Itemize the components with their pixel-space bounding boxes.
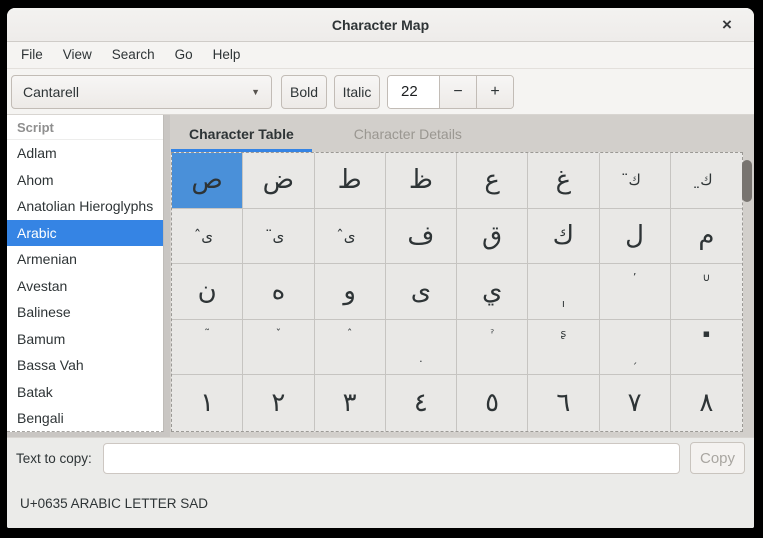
char-cell[interactable]: .: [386, 320, 457, 376]
scrollbar-thumb[interactable]: [742, 160, 752, 202]
sidebar-item-anatolian-hieroglyphs[interactable]: Anatolian Hieroglyphs: [7, 193, 163, 220]
script-list: AdlamAhomAnatolian HieroglyphsArabicArme…: [7, 140, 163, 432]
script-column-header[interactable]: Script: [7, 115, 163, 140]
char-cell[interactable]: ض: [243, 153, 314, 209]
char-cell[interactable]: ك: [528, 209, 599, 265]
sidebar-item-avestan[interactable]: Avestan: [7, 273, 163, 300]
char-cell[interactable]: ه: [243, 264, 314, 320]
copy-button[interactable]: Copy: [690, 442, 745, 474]
char-cell-selected[interactable]: ص: [172, 153, 243, 209]
char-cell[interactable]: ك̈: [600, 153, 671, 209]
char-cell[interactable]: ٥: [457, 375, 528, 431]
window-title: Character Map: [332, 17, 429, 33]
char-cell[interactable]: ʼ: [600, 264, 671, 320]
sidebar-item-batak[interactable]: Batak: [7, 379, 163, 406]
menu-search[interactable]: Search: [102, 42, 165, 68]
statusbar: U+0635 ARABIC LETTER SAD: [7, 478, 754, 528]
text-to-copy-input[interactable]: [103, 443, 680, 474]
character-map-window: Character Map × File View Search Go Help…: [7, 8, 754, 528]
char-cell[interactable]: و: [315, 264, 386, 320]
sidebar-item-bassa-vah[interactable]: Bassa Vah: [7, 352, 163, 379]
chevron-down-icon: ▼: [251, 87, 260, 97]
char-cell[interactable]: ى: [386, 264, 457, 320]
char-cell[interactable]: ▪: [671, 320, 742, 376]
toolbar: Cantarell ▼ Bold Italic 22 − +: [7, 69, 754, 115]
font-size-increase-button[interactable]: +: [476, 76, 513, 108]
menubar: File View Search Go Help: [7, 42, 754, 69]
char-cell[interactable]: ظ: [386, 153, 457, 209]
char-cell[interactable]: ʂ: [528, 320, 599, 376]
sidebar-item-armenian[interactable]: Armenian: [7, 246, 163, 273]
font-family-dropdown[interactable]: Cantarell ▼: [11, 75, 272, 109]
sidebar-item-arabic[interactable]: Arabic: [7, 220, 163, 247]
tab-character-table[interactable]: Character Table: [171, 115, 312, 152]
char-cell[interactable]: ع: [457, 153, 528, 209]
sidebar-item-ahom[interactable]: Ahom: [7, 167, 163, 194]
char-cell[interactable]: ٢: [243, 375, 314, 431]
notebook: Character Table Character Details صضطظعغ…: [170, 115, 754, 437]
char-cell[interactable]: ى̂: [172, 209, 243, 265]
char-cell[interactable]: غ: [528, 153, 599, 209]
char-cell[interactable]: ˇ: [243, 320, 314, 376]
status-character-description: U+0635 ARABIC LETTER SAD: [20, 496, 208, 511]
char-cell[interactable]: ˏ: [600, 320, 671, 376]
char-cell[interactable]: ى̈: [243, 209, 314, 265]
close-icon[interactable]: ×: [716, 14, 738, 36]
char-cell[interactable]: ٤: [386, 375, 457, 431]
sidebar-item-adlam[interactable]: Adlam: [7, 140, 163, 167]
script-sidebar: Script AdlamAhomAnatolian HieroglyphsAra…: [7, 115, 164, 432]
char-cell[interactable]: ى̂: [315, 209, 386, 265]
char-cell[interactable]: ل: [600, 209, 671, 265]
sidebar-item-bamum[interactable]: Bamum: [7, 326, 163, 353]
text-to-copy-label: Text to copy:: [16, 451, 92, 466]
italic-button[interactable]: Italic: [334, 75, 380, 109]
bold-button[interactable]: Bold: [281, 75, 327, 109]
copy-bar: Text to copy: Copy: [7, 437, 754, 478]
menu-view[interactable]: View: [53, 42, 102, 68]
tab-character-details[interactable]: Character Details: [336, 115, 480, 152]
main-content: Script AdlamAhomAnatolian HieroglyphsAra…: [7, 115, 754, 437]
font-family-value: Cantarell: [23, 84, 79, 100]
char-cell[interactable]: ن: [172, 264, 243, 320]
character-grid: صضطظعغك̈ك̤ى̂ى̈ى̂فقكلمنهوىيıʼ∪˜ˇˆ.ˀʂˏ▪١٢٣…: [171, 152, 743, 432]
char-cell[interactable]: ١: [172, 375, 243, 431]
char-cell[interactable]: ٦: [528, 375, 599, 431]
char-cell[interactable]: ف: [386, 209, 457, 265]
char-cell[interactable]: ˜: [172, 320, 243, 376]
font-size-value[interactable]: 22: [388, 76, 439, 108]
char-cell[interactable]: ˀ: [457, 320, 528, 376]
char-cell[interactable]: ∪: [671, 264, 742, 320]
char-cell[interactable]: ٣: [315, 375, 386, 431]
vertical-scrollbar[interactable]: [741, 152, 754, 432]
char-cell[interactable]: ي: [457, 264, 528, 320]
menu-help[interactable]: Help: [203, 42, 251, 68]
sidebar-item-bengali[interactable]: Bengali: [7, 405, 163, 432]
char-cell[interactable]: ٨: [671, 375, 742, 431]
char-cell[interactable]: م: [671, 209, 742, 265]
char-cell[interactable]: ق: [457, 209, 528, 265]
sidebar-item-balinese[interactable]: Balinese: [7, 299, 163, 326]
char-cell[interactable]: ٧: [600, 375, 671, 431]
font-size-decrease-button[interactable]: −: [439, 76, 476, 108]
char-cell[interactable]: ط: [315, 153, 386, 209]
tabstrip: Character Table Character Details: [170, 115, 754, 152]
char-cell[interactable]: ك̤: [671, 153, 742, 209]
menu-go[interactable]: Go: [165, 42, 203, 68]
char-cell[interactable]: ˆ: [315, 320, 386, 376]
char-cell[interactable]: ı: [528, 264, 599, 320]
menu-file[interactable]: File: [11, 42, 53, 68]
font-size-spinner: 22 − +: [387, 75, 514, 109]
titlebar[interactable]: Character Map ×: [7, 8, 754, 42]
